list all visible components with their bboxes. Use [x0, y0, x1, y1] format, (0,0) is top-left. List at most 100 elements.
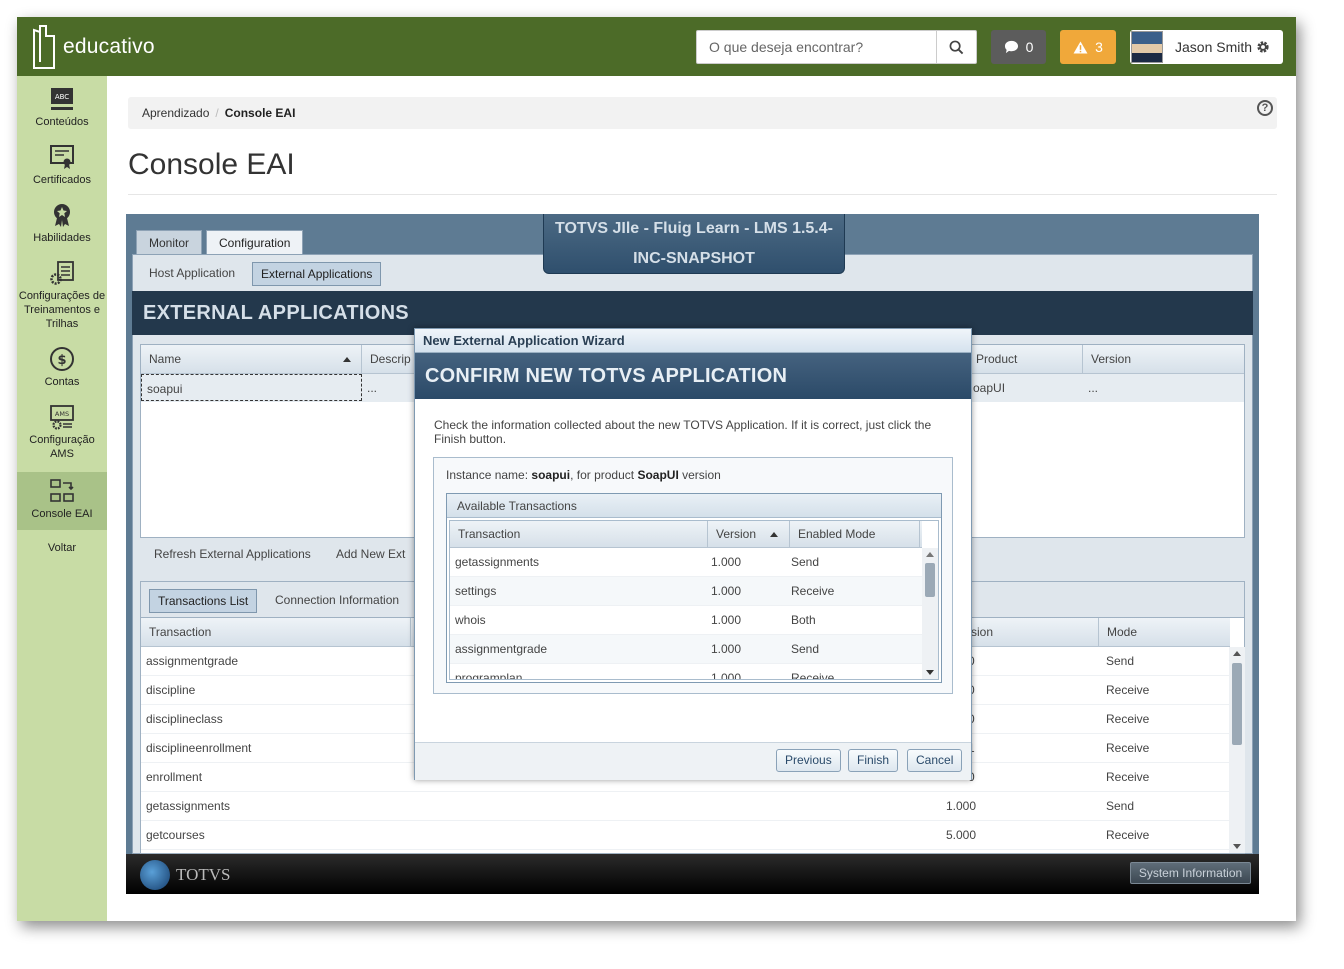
help-icon[interactable]: ? — [1257, 100, 1273, 116]
cancel-button[interactable]: Cancel — [907, 749, 963, 772]
skill-medal-icon — [54, 204, 70, 227]
finish-button[interactable]: Finish — [848, 749, 899, 772]
cell-transaction: assignmentgrade — [146, 654, 239, 668]
instance-name: soapui — [531, 468, 571, 482]
svg-text:ABC: ABC — [55, 93, 69, 101]
totvs-logo-text: TOTVS — [176, 865, 231, 884]
subtab-host-application[interactable]: Host Application — [141, 262, 243, 286]
user-menu[interactable]: Jason Smith — [1130, 30, 1283, 64]
add-new-external-application-button[interactable]: Add New Ext — [336, 538, 405, 570]
totvs-globe-icon — [140, 860, 170, 890]
wizard-window-title[interactable]: New External Application Wizard — [415, 329, 971, 353]
table-row[interactable]: getassignments 1.000 Send — [141, 792, 1230, 821]
search-box — [696, 30, 977, 64]
table-row[interactable]: getassignments 1.000 Send — [450, 548, 922, 577]
page-title: Console EAI — [128, 148, 295, 181]
scroll-down-icon[interactable] — [926, 670, 934, 675]
cell-transaction: assignmentgrade — [455, 642, 548, 656]
cell-transaction: programplan — [455, 671, 523, 680]
cell-transaction: disciplineclass — [146, 712, 223, 726]
wizard-footer: Previous Finish Cancel — [415, 742, 971, 780]
column-product[interactable]: Product — [968, 345, 1083, 374]
browser-frame: educativo 0 3 — [17, 17, 1296, 921]
vertical-scrollbar[interactable] — [922, 548, 938, 679]
abc-board-icon: ABC — [51, 88, 73, 110]
cell-mode: Receive — [1106, 770, 1150, 784]
previous-button[interactable]: Previous — [776, 749, 841, 772]
tab-connection-information[interactable]: Connection Information — [267, 589, 407, 613]
sidebar-item-configuracao-ams[interactable]: AMS Configuração AMS — [17, 404, 107, 461]
sidebar-item-label: Contas — [44, 376, 80, 388]
breadcrumb-parent[interactable]: Aprendizado — [142, 106, 209, 120]
sidebar-item-habilidades[interactable]: Habilidades — [17, 202, 107, 245]
scroll-thumb[interactable] — [1232, 663, 1242, 745]
table-row[interactable]: assignmentgrade 1.000 Send — [450, 635, 922, 664]
scroll-up-icon[interactable] — [1233, 651, 1241, 656]
column-version[interactable]: Version — [708, 521, 790, 548]
info-suffix: version — [678, 468, 721, 482]
sidebar-item-label: Console EAI — [31, 508, 93, 520]
column-enabled-mode[interactable]: Enabled Mode — [790, 521, 920, 548]
column-mode[interactable]: Mode — [1099, 618, 1230, 647]
table-row[interactable]: settings 1.000 Receive — [450, 577, 922, 606]
scroll-down-icon[interactable] — [1233, 844, 1241, 849]
svg-text:AMS: AMS — [55, 410, 69, 418]
alerts-badge[interactable]: 3 — [1060, 30, 1116, 64]
console-exchange-icon — [50, 479, 74, 502]
tab-monitor[interactable]: Monitor — [136, 230, 203, 254]
sidebar-item-console-eai[interactable]: Console EAI — [17, 472, 107, 530]
cell-version: 1.000 — [946, 799, 977, 813]
svg-text:$: $ — [57, 353, 66, 368]
refresh-external-applications-button[interactable]: Refresh External Applications — [154, 538, 311, 570]
dollar-coin-icon: $ — [50, 347, 74, 371]
banner-line-2: INC-SNAPSHOT — [633, 250, 755, 267]
table-row[interactable]: getcourses 5.000 Receive — [141, 821, 1230, 850]
product-name: SoapUI — [637, 468, 679, 482]
system-information-button[interactable]: System Information — [1130, 862, 1251, 884]
search-icon — [949, 40, 964, 54]
scroll-up-icon[interactable] — [926, 552, 934, 557]
scroll-thumb[interactable] — [925, 563, 935, 597]
sidebar-item-conteudos[interactable]: ABC Conteúdos — [17, 86, 107, 129]
column-version[interactable]: Version — [1083, 345, 1246, 374]
column-name[interactable]: Name — [141, 345, 362, 374]
cell-mode: Send — [1106, 799, 1135, 813]
cell-version: ... — [1088, 381, 1099, 395]
cell-version: 1.000 — [711, 613, 742, 627]
banner-line-1: TOTVS JIle - Fluig Learn - LMS 1.5.4- — [555, 220, 833, 237]
cell-version: 1.000 — [711, 671, 742, 680]
table-row[interactable]: programplan 1.000 Receive — [450, 664, 922, 680]
search-input[interactable] — [697, 31, 937, 63]
table-row[interactable]: whois 1.000 Both — [450, 606, 922, 635]
subtab-external-applications[interactable]: External Applications — [252, 262, 382, 286]
cell-version: 1.000 — [711, 642, 742, 656]
version-banner: TOTVS JIle - Fluig Learn - LMS 1.5.4- IN… — [543, 214, 845, 274]
sidebar-item-label: Habilidades — [33, 232, 91, 244]
sidebar-item-certificados[interactable]: Certificados — [17, 144, 107, 187]
column-transaction[interactable]: Transaction — [450, 521, 708, 548]
messages-badge[interactable]: 0 — [991, 30, 1046, 64]
column-transaction[interactable]: Transaction — [141, 618, 411, 647]
sidebar-item-label: Conteúdos — [35, 116, 89, 128]
chat-bubble-icon — [1004, 40, 1018, 54]
tab-transactions-list[interactable]: Transactions List — [149, 589, 258, 613]
available-transactions-grid: Transaction Version Enabled Mode getassi… — [449, 520, 939, 680]
sidebar-item-configuracoes-treinamentos[interactable]: Configurações de Treinamentos e Trilhas — [17, 260, 107, 331]
cell-transaction: disciplineenrollment — [146, 741, 252, 755]
sidebar-item-label: Configuração AMS — [29, 434, 95, 460]
column-version[interactable]: sion — [963, 618, 1099, 647]
cell-transaction: getcourses — [146, 828, 205, 842]
tab-configuration[interactable]: Configuration — [206, 230, 304, 254]
sidebar-item-label: Voltar — [47, 542, 77, 554]
cell-transaction: enrollment — [146, 770, 203, 784]
vertical-scrollbar[interactable] — [1229, 647, 1245, 853]
cell-version: 1.000 — [711, 555, 742, 569]
sidebar-item-contas[interactable]: $ Contas — [17, 346, 107, 389]
cell-mode: Receive — [1106, 712, 1150, 726]
warning-icon — [1073, 40, 1088, 54]
brand-logo[interactable]: educativo — [31, 24, 155, 70]
cell-transaction: whois — [455, 613, 486, 627]
cell-mode: Receive — [791, 584, 835, 598]
search-button[interactable] — [936, 31, 976, 63]
sidebar-item-voltar[interactable]: Voltar — [17, 541, 107, 555]
